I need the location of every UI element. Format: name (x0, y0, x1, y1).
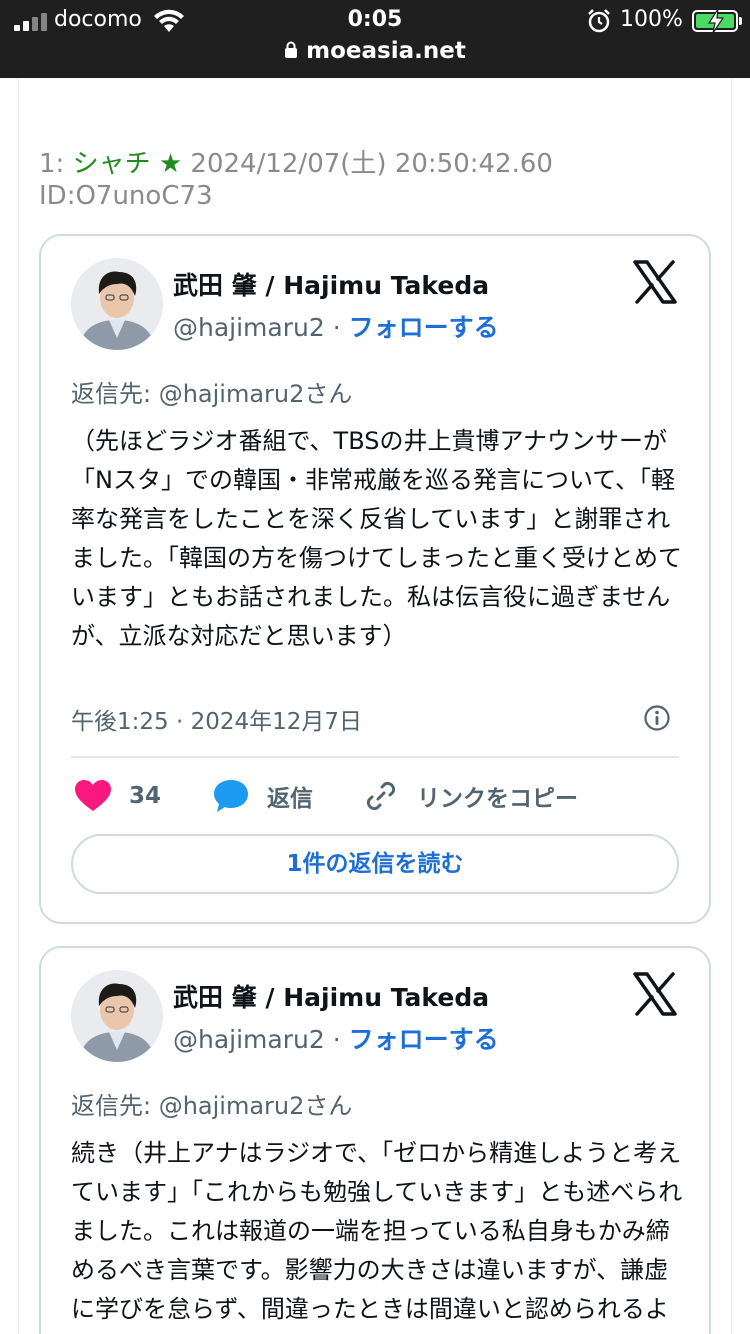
link-icon (366, 781, 396, 811)
page-content: 1: シャチ ★ 2024/12/07(土) 20:50:42.60 ID:O7… (18, 78, 732, 1334)
x-logo-icon[interactable] (633, 972, 677, 1016)
tweet-text: （先ほどラジオ番組で、TBSの井上貴博アナウンサーが「Nスタ」での韓国・非常戒厳… (71, 427, 683, 650)
like-count: 34 (129, 783, 162, 809)
lock-icon (285, 41, 298, 58)
tweet-embed-card[interactable]: 武田 肇 / Hajimu Takeda @hajimaru2 · フォローする… (39, 946, 711, 1334)
author-name[interactable]: 武田 肇 / Hajimu Takeda (173, 266, 489, 302)
status-bar: docomo 0:05 100% (0, 6, 750, 36)
alarm-icon (588, 9, 610, 33)
handle-row: @hajimaru2 · フォローする (173, 1020, 499, 1056)
speech-bubble-icon (214, 780, 248, 812)
copy-link-button[interactable]: リンクをコピー (363, 776, 578, 816)
reply-to-label: 返信先: @hajimaru2さん (71, 1092, 353, 1120)
battery-percent: 100% (620, 7, 683, 32)
url-text: moeasia.net (306, 38, 466, 64)
charging-bolt-icon (707, 9, 725, 33)
reply-button[interactable]: 返信 (213, 776, 313, 816)
divider (71, 756, 679, 758)
author-handle[interactable]: @hajimaru2 (173, 313, 325, 342)
heart-icon (75, 780, 111, 811)
reply-label: 返信 (267, 786, 313, 812)
reply-to-label: 返信先: @hajimaru2さん (71, 380, 353, 408)
battery-icon (692, 9, 742, 33)
read-replies-button[interactable]: 1件の返信を読む (71, 834, 679, 894)
address-bar[interactable]: moeasia.net (0, 38, 750, 72)
handle-row: @hajimaru2 · フォローする (173, 308, 499, 344)
follow-link[interactable]: フォローする (349, 1025, 499, 1054)
separator: · (332, 313, 341, 342)
poster-name: シャチ ★ (72, 149, 183, 179)
tweet-actions: 34 返信 リンクをコピー (71, 776, 683, 816)
x-logo-icon[interactable] (633, 260, 677, 304)
browser-top-bar: docomo 0:05 100% moeasia.net (0, 0, 750, 78)
tweet-text: 続き（井上アナはラジオで、「ゼロから精進しようと考えています」「これからも勉強し… (71, 1139, 683, 1323)
tweet-embed-card[interactable]: 武田 肇 / Hajimu Takeda @hajimaru2 · フォローする… (39, 234, 711, 924)
post-number: 1: (39, 149, 65, 179)
follow-link[interactable]: フォローする (349, 313, 499, 342)
avatar[interactable] (71, 258, 163, 350)
post-header: 1: シャチ ★ 2024/12/07(土) 20:50:42.60 ID:O7… (39, 148, 709, 212)
info-icon[interactable] (643, 704, 671, 732)
separator: · (332, 1025, 341, 1054)
avatar[interactable] (71, 970, 163, 1062)
author-name[interactable]: 武田 肇 / Hajimu Takeda (173, 978, 489, 1014)
copy-link-label: リンクをコピー (417, 786, 578, 812)
author-handle[interactable]: @hajimaru2 (173, 1025, 325, 1054)
tweet-timestamp[interactable]: 午後1:25 · 2024年12月7日 (71, 702, 362, 736)
like-button[interactable]: 34 (75, 776, 161, 816)
